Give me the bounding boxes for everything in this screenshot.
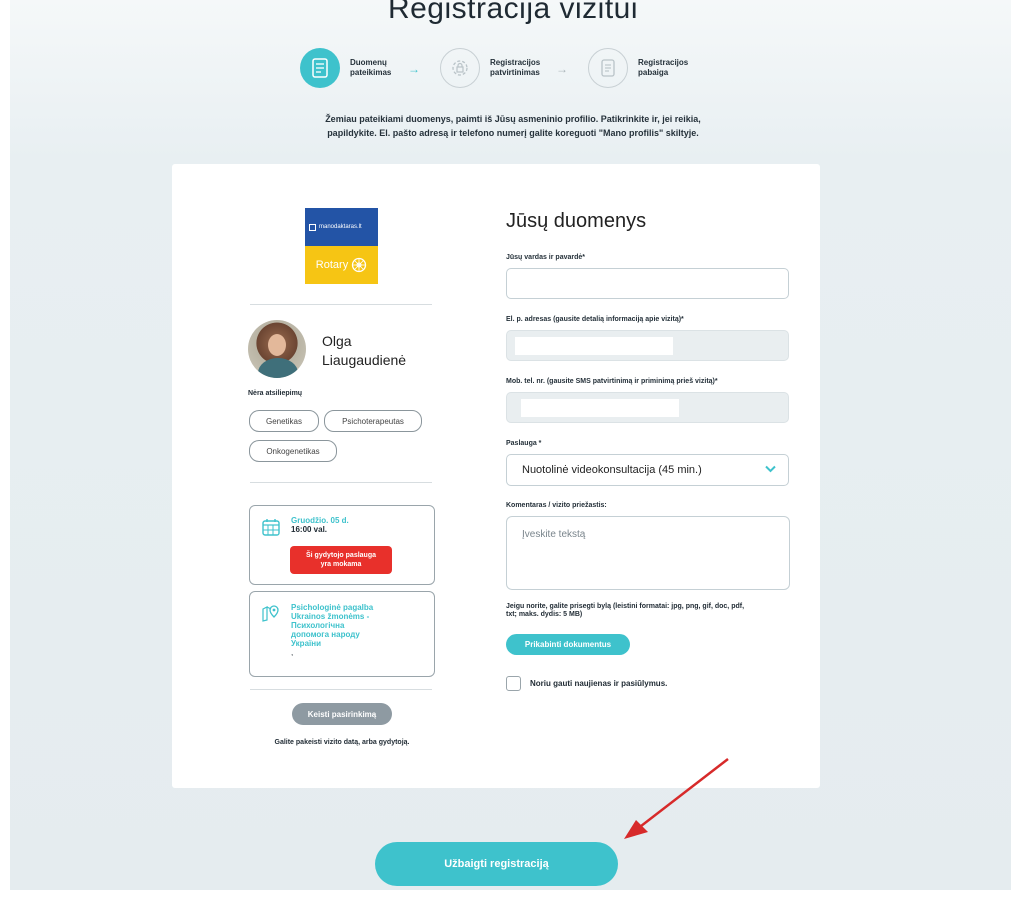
form-title: Jūsų duomenys bbox=[506, 210, 647, 232]
step-confirmation: Registracijos patvirtinimas bbox=[440, 48, 560, 88]
attach-note: Jeigu norite, galite prisegti bylą (leis… bbox=[506, 603, 745, 618]
step-label: Registracijos patvirtinimas bbox=[490, 58, 541, 77]
divider bbox=[250, 689, 432, 690]
paid-service-badge: Ši gydytojo paslauga yra mokama bbox=[290, 546, 392, 574]
arrow-right-icon: → bbox=[408, 62, 420, 76]
name-input[interactable] bbox=[506, 268, 789, 299]
logo-top: manodaktaras.lt bbox=[305, 208, 378, 246]
visit-time-box: Gruodžio. 05 d. 16:00 val. Ši gydytojo p… bbox=[249, 505, 435, 585]
avatar bbox=[248, 320, 306, 378]
specialty-chip[interactable]: Psichoterapeutas bbox=[324, 410, 422, 432]
document-icon bbox=[588, 48, 628, 88]
specialty-chip[interactable]: Genetikas bbox=[249, 410, 319, 432]
phone-field[interactable] bbox=[506, 392, 789, 423]
form-icon bbox=[300, 48, 340, 88]
email-label: El. p. adresas (gausite detalią informac… bbox=[506, 316, 684, 323]
registration-page: Registracija vizitui Duomenų pateikimas →… bbox=[10, 0, 1011, 890]
divider bbox=[250, 482, 432, 483]
newsletter-checkbox[interactable] bbox=[506, 676, 521, 691]
change-selection-button[interactable]: Keisti pasirinkimą bbox=[292, 703, 392, 725]
map-pin-icon bbox=[262, 605, 279, 622]
service-select[interactable]: Nuotolinė videokonsultacija (45 min.) bbox=[506, 454, 789, 486]
doctor-name[interactable]: Olga Liaugaudienė bbox=[322, 332, 406, 370]
change-note: Galite pakeisti vizito datą, arba gydyto… bbox=[274, 739, 410, 746]
intro-text: Žemiau pateikiami duomenys, paimti iš Jū… bbox=[325, 114, 701, 138]
comment-placeholder: Įveskite tekstą bbox=[522, 529, 586, 540]
comment-textarea[interactable]: Įveskite tekstą bbox=[506, 516, 790, 590]
location-box: Psichologinė pagalba Ukrainos žmonėms - … bbox=[249, 591, 435, 677]
chevron-down-icon bbox=[765, 465, 776, 473]
arrow-right-icon: → bbox=[556, 62, 568, 76]
redacted-value bbox=[515, 337, 673, 355]
name-label: Jūsų vardas ir pavardė* bbox=[506, 254, 585, 261]
service-label: Paslauga * bbox=[506, 440, 542, 447]
phone-label: Mob. tel. nr. (gausite SMS patvirtinimą … bbox=[506, 378, 718, 385]
step-label: Registracijos pabaiga bbox=[638, 58, 689, 77]
specialty-chip[interactable]: Onkogenetikas bbox=[249, 440, 337, 462]
progress-steps: Duomenų pateikimas → Registracijos patvirt… bbox=[10, 48, 1011, 92]
step-data-submission: Duomenų pateikimas bbox=[300, 48, 420, 88]
lock-icon bbox=[440, 48, 480, 88]
newsletter-label[interactable]: Noriu gauti naujienas ir pasiūlymus. bbox=[530, 679, 667, 688]
email-field[interactable] bbox=[506, 330, 789, 361]
attach-documents-button[interactable]: Prikabinti dokumentus bbox=[506, 634, 630, 655]
location-text: Psichologinė pagalba Ukrainos žmonėms - … bbox=[291, 603, 374, 657]
divider bbox=[250, 304, 432, 305]
clinic-logo: manodaktaras.lt Rotary bbox=[305, 208, 378, 284]
step-finish: Registracijos pabaiga bbox=[588, 48, 708, 88]
annotation-arrow-icon bbox=[624, 758, 729, 839]
registration-card: manodaktaras.lt Rotary Olga Liaugaudienė… bbox=[172, 164, 820, 788]
page-title: Registracija vizitui bbox=[387, 0, 639, 25]
redacted-value bbox=[521, 399, 679, 417]
service-selected-value: Nuotolinė videokonsultacija (45 min.) bbox=[522, 464, 702, 476]
finish-registration-button[interactable]: Užbaigti registraciją bbox=[375, 842, 618, 886]
rotary-wheel-icon bbox=[352, 257, 367, 273]
reviews-status: Nėra atsiliepimų bbox=[248, 390, 303, 397]
comment-label: Komentaras / vizito priežastis: bbox=[506, 502, 607, 509]
visit-datetime: Gruodžio. 05 d. 16:00 val. bbox=[291, 516, 349, 534]
logo-bottom: Rotary bbox=[305, 246, 378, 284]
calendar-icon bbox=[262, 519, 280, 536]
